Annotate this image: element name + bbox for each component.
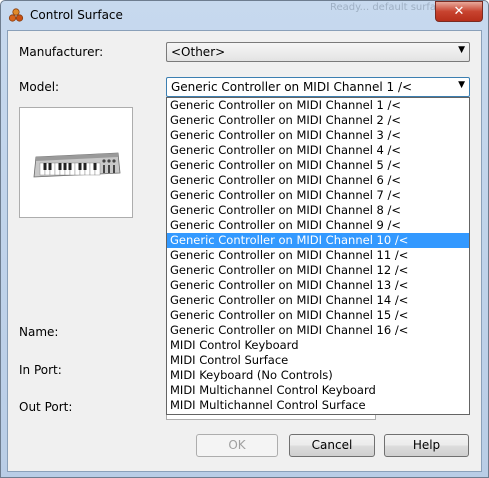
- model-select[interactable]: Generic Controller on MIDI Channel 1 /< …: [166, 77, 470, 97]
- model-option[interactable]: Generic Controller on MIDI Channel 12 /<: [167, 263, 469, 278]
- model-option[interactable]: Generic Controller on MIDI Channel 13 /<: [167, 278, 469, 293]
- chevron-down-icon: ▼: [458, 80, 465, 90]
- model-option[interactable]: MIDI Multichannel Control Keyboard: [167, 383, 469, 398]
- help-button[interactable]: Help: [384, 434, 469, 457]
- in-port-label: In Port:: [19, 363, 62, 377]
- model-option[interactable]: MIDI Multichannel Control Surface: [167, 398, 469, 413]
- out-port-label: Out Port:: [19, 400, 73, 414]
- chevron-down-icon: ▼: [458, 45, 465, 55]
- model-option[interactable]: MIDI Control Keyboard: [167, 338, 469, 353]
- keyboard-controller-icon: [33, 152, 121, 178]
- model-option[interactable]: Generic Controller on MIDI Channel 8 /<: [167, 203, 469, 218]
- manufacturer-label: Manufacturer:: [19, 45, 104, 59]
- cancel-button[interactable]: Cancel: [289, 434, 375, 457]
- model-value: Generic Controller on MIDI Channel 1 /<: [171, 80, 413, 94]
- app-icon: [8, 8, 24, 22]
- model-option[interactable]: Generic Controller on MIDI Channel 1 /<: [167, 98, 469, 113]
- close-button[interactable]: ✕: [435, 1, 483, 22]
- name-label: Name:: [19, 325, 59, 339]
- model-option[interactable]: Generic Controller on MIDI Channel 6 /<: [167, 173, 469, 188]
- model-option[interactable]: Generic Controller on MIDI Channel 14 /<: [167, 293, 469, 308]
- close-icon: ✕: [453, 4, 465, 19]
- model-label: Model:: [19, 80, 60, 94]
- model-option[interactable]: Generic Controller on MIDI Channel 3 /<: [167, 128, 469, 143]
- background-window-text: Ready... default surface: [330, 2, 448, 13]
- model-option[interactable]: Generic Controller on MIDI Channel 7 /<: [167, 188, 469, 203]
- model-option[interactable]: Generic Controller on MIDI Channel 2 /<: [167, 113, 469, 128]
- model-option[interactable]: Generic Controller on MIDI Channel 5 /<: [167, 158, 469, 173]
- model-option[interactable]: Generic Controller on MIDI Channel 4 /<: [167, 143, 469, 158]
- ok-button[interactable]: OK: [196, 434, 278, 457]
- title-bar[interactable]: Control Surface Ready... default surface…: [0, 0, 489, 30]
- model-dropdown-list[interactable]: Generic Controller on MIDI Channel 1 /< G…: [166, 97, 470, 415]
- model-option[interactable]: Generic Controller on MIDI Channel 9 /<: [167, 218, 469, 233]
- model-option[interactable]: Generic Controller on MIDI Channel 11 /<: [167, 248, 469, 263]
- window-title: Control Surface: [30, 8, 123, 22]
- manufacturer-value: <Other>: [171, 45, 226, 59]
- model-option[interactable]: MIDI Keyboard (No Controls): [167, 368, 469, 383]
- model-option[interactable]: Generic Controller on MIDI Channel 15 /<: [167, 308, 469, 323]
- manufacturer-select[interactable]: <Other> ▼: [166, 42, 470, 62]
- model-option[interactable]: MIDI Control Surface: [167, 353, 469, 368]
- device-image-frame: [19, 107, 133, 218]
- model-option[interactable]: Generic Controller on MIDI Channel 10 /<: [167, 233, 469, 248]
- model-option[interactable]: Generic Controller on MIDI Channel 16 /<: [167, 323, 469, 338]
